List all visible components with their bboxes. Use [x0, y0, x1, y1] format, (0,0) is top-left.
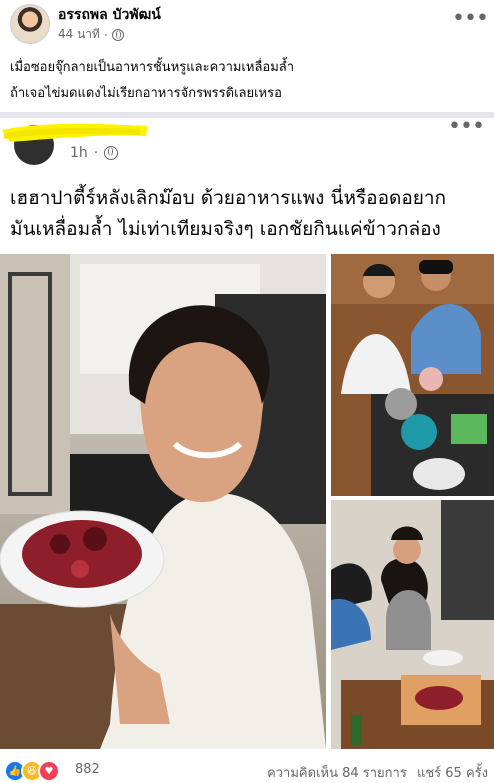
love-icon: ♥ [38, 760, 60, 782]
shares-count[interactable]: แชร์ 65 ครั้ง [417, 766, 488, 781]
reaction-count[interactable]: 882 [75, 762, 100, 777]
photo-woman-holding-plate[interactable] [0, 254, 326, 749]
shared-post-text-line2: มันเหลื่อมล้ำ ไม่เท่าเทียมจริงๆ เอกชัยกิ… [10, 218, 441, 240]
engagement-stats: ความคิดเห็น 84 รายการ แชร์ 65 ครั้ง [267, 762, 488, 783]
globe-icon [104, 146, 119, 160]
shared-post-text-line1: เฮฮาปาตี้ร์หลังเลิกม๊อบ ด้วยอาหารแพง นี่… [10, 187, 447, 209]
shared-more-options-icon[interactable]: ••• [448, 116, 485, 138]
comments-count[interactable]: ความคิดเห็น 84 รายการ [267, 766, 407, 781]
post-meta: 44 นาที · [58, 25, 124, 44]
reactions-summary[interactable]: 👍 😆 ♥ [4, 760, 60, 782]
globe-icon [111, 28, 124, 41]
post-text-line1: เมื่อซอยจุ๊กลายเป็นอาหารชั้นหรูและความเห… [10, 60, 295, 75]
photo-group-eating-floor[interactable] [331, 254, 494, 496]
shared-post-meta: 1h · [70, 145, 119, 161]
post-text-line2: ถ้าเจอไข่มดแดงไม่เรียกอาหารจักรพรรดิเลยเ… [10, 86, 282, 101]
shared-post-time[interactable]: 1h [70, 145, 88, 161]
more-options-icon[interactable]: ••• [452, 8, 489, 30]
author-name[interactable]: อรรถพล บัวพัฒน์ [58, 4, 161, 26]
author-avatar[interactable] [10, 4, 50, 44]
photo-woman-smiling-table[interactable] [331, 500, 494, 749]
post-time[interactable]: 44 นาที [58, 25, 100, 44]
